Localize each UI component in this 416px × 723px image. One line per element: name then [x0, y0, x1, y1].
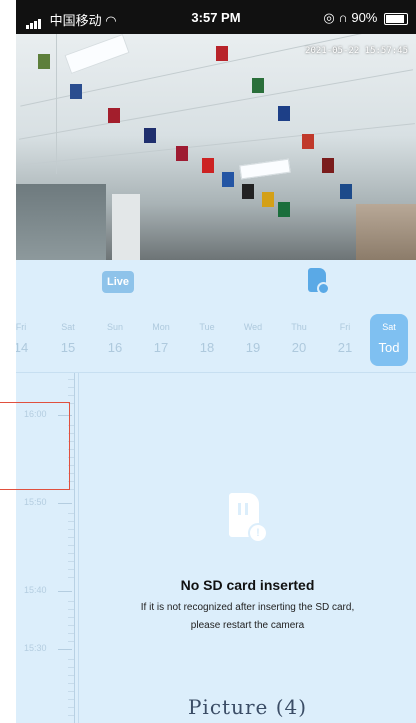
live-button[interactable]: Live: [102, 271, 134, 293]
door-panel: [112, 194, 140, 260]
no-sd-card-icon: !: [229, 493, 268, 543]
day-of-week: Mon: [152, 322, 170, 332]
timeline-rail: [74, 373, 75, 723]
date-item[interactable]: Fri 14: [16, 314, 40, 366]
day-of-week: Fri: [339, 322, 351, 332]
playback-controls: Live: [16, 260, 416, 306]
day-number: 18: [199, 340, 215, 355]
day-number: 20: [291, 340, 307, 355]
time-label: 15:40: [24, 585, 47, 595]
flag-decoration: [222, 172, 234, 187]
ceiling-light: [64, 34, 130, 74]
time-label: 15:30: [24, 643, 47, 653]
app-screen: 中国移动 ◠ 3:57 PM ◎ ∩ 90% 2021-05-22 15:57:…: [16, 0, 416, 723]
flag-decoration: [322, 158, 334, 173]
flag-decoration: [202, 158, 214, 173]
no-sd-description: If it is not recognized after inserting …: [79, 599, 416, 635]
day-number: 15: [60, 340, 76, 355]
sd-card-icon[interactable]: [308, 268, 330, 295]
day-number: 17: [153, 340, 169, 355]
camera-timestamp: 2021-05-22 15:57:45: [305, 46, 408, 56]
highlight-annotation: [0, 402, 70, 490]
date-item-today[interactable]: Sat Tod: [370, 314, 408, 366]
flag-decoration: [176, 146, 188, 161]
camera-feed[interactable]: 2021-05-22 15:57:45: [16, 34, 416, 260]
day-of-week: Sat: [382, 322, 396, 332]
day-number: 14: [16, 340, 29, 355]
ceiling-light: [239, 158, 291, 180]
flag-decoration: [70, 84, 82, 99]
day-of-week: Fri: [16, 322, 27, 332]
day-number: 19: [245, 340, 261, 355]
date-item[interactable]: Mon 17: [142, 314, 180, 366]
right-wall: [356, 204, 416, 260]
day-of-week: Thu: [291, 322, 307, 332]
picture-caption: Picture (4): [187, 695, 308, 719]
flag-decoration: [340, 184, 352, 199]
day-of-week: Wed: [243, 322, 263, 332]
flag-decoration: [108, 108, 120, 123]
flag-decoration: [38, 54, 50, 69]
date-item[interactable]: Fri 21: [326, 314, 364, 366]
day-number: 16: [107, 340, 123, 355]
day-of-week: Sat: [61, 322, 75, 332]
major-tick: [58, 503, 72, 504]
alarm-icon: ◎: [323, 10, 335, 25]
flag-decoration: [278, 202, 290, 217]
playback-content: ! No SD card inserted If it is not recog…: [79, 373, 416, 723]
status-bar: 中国移动 ◠ 3:57 PM ◎ ∩ 90%: [16, 0, 416, 34]
major-tick: [58, 649, 72, 650]
day-number: 21: [337, 340, 353, 355]
day-of-week: Tue: [199, 322, 215, 332]
date-item[interactable]: Thu 20: [280, 314, 318, 366]
flag-decoration: [262, 192, 274, 207]
flag-decoration: [278, 106, 290, 121]
date-item[interactable]: Wed 19: [234, 314, 272, 366]
day-number: Tod: [378, 340, 400, 355]
flag-decoration: [302, 134, 314, 149]
flag-decoration: [252, 78, 264, 93]
battery-percent: 90%: [351, 10, 378, 25]
status-right: ◎ ∩ 90%: [323, 10, 408, 26]
day-of-week: Sun: [106, 322, 123, 332]
headphone-icon: ∩: [338, 10, 348, 25]
flag-decoration: [242, 184, 254, 199]
flag-decoration: [216, 46, 228, 61]
date-item[interactable]: Sun 16: [96, 314, 134, 366]
date-item[interactable]: Sat 15: [49, 314, 87, 366]
window-wall: [16, 184, 106, 260]
no-sd-description-line1: If it is not recognized after inserting …: [140, 602, 355, 613]
flag-decoration: [144, 128, 156, 143]
major-tick: [58, 591, 72, 592]
date-strip: Fri 14 Sat 15 Sun 16 Mon 17 Tue 18 Wed 1…: [16, 308, 416, 373]
battery-icon: [384, 12, 408, 25]
time-label: 15:50: [24, 497, 47, 507]
date-item[interactable]: Tue 18: [188, 314, 226, 366]
no-sd-description-line2: please restart the camera: [190, 620, 305, 631]
no-sd-title: No SD card inserted: [180, 577, 315, 593]
